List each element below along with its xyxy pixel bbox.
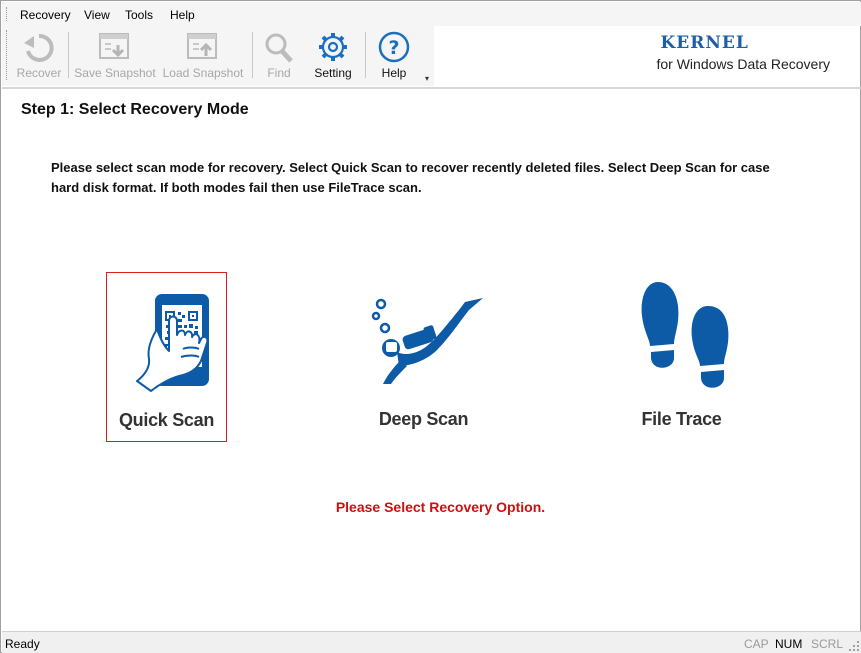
header-divider <box>2 87 861 89</box>
load-snapshot-icon <box>187 33 217 59</box>
help-button[interactable]: ? Help <box>371 29 417 83</box>
menu-bar: Recovery View Tools Help <box>2 2 861 26</box>
toolbar-grip[interactable] <box>6 30 9 80</box>
load-snapshot-label: Load Snapshot <box>162 66 244 80</box>
page-title: Step 1: Select Recovery Mode <box>21 101 249 118</box>
app-window: Recovery View Tools Help Recover Save Sn… <box>0 0 861 653</box>
gear-icon <box>319 33 347 61</box>
help-icon: ? <box>378 31 410 63</box>
brand-subtitle: for Windows Data Recovery <box>656 56 830 72</box>
quick-scan-option[interactable]: Quick Scan <box>106 272 227 442</box>
toolbar-separator <box>252 32 253 78</box>
setting-button[interactable]: Setting <box>308 29 358 83</box>
recover-button[interactable]: Recover <box>14 29 64 83</box>
save-snapshot-button[interactable]: Save Snapshot <box>72 29 158 83</box>
deep-scan-label: Deep Scan <box>378 409 469 429</box>
footprints-icon <box>641 282 728 388</box>
find-label: Find <box>267 66 291 80</box>
toolbar-overflow-icon[interactable]: ▾ <box>425 74 429 83</box>
status-text: Ready <box>5 637 40 651</box>
save-snapshot-label: Save Snapshot <box>74 66 156 80</box>
recover-icon <box>24 33 54 62</box>
instructions-line-1: Please select scan mode for recovery. Se… <box>51 160 770 175</box>
help-label: Help <box>381 66 407 80</box>
diver-icon <box>371 298 483 384</box>
find-icon <box>265 33 293 63</box>
resize-grip-icon[interactable] <box>849 641 859 651</box>
qr-phone-icon <box>135 294 209 392</box>
save-snapshot-icon <box>99 33 129 59</box>
menu-recovery[interactable]: Recovery <box>20 8 71 22</box>
menu-grip[interactable] <box>6 7 9 21</box>
quick-scan-label: Quick Scan <box>118 410 215 430</box>
validation-message: Please Select Recovery Option. <box>335 499 546 515</box>
instructions-text: Please select scan mode for recovery. Se… <box>51 158 841 198</box>
brand-name: KERNEL <box>660 33 749 53</box>
setting-label: Setting <box>314 66 352 80</box>
file-trace-option[interactable]: File Trace <box>621 272 742 442</box>
recover-label: Recover <box>16 66 62 80</box>
brand-logo: KERNEL for Windows Data Recovery <box>656 33 830 72</box>
toolbar-separator <box>68 32 69 78</box>
scrl-indicator: SCRL <box>811 637 844 651</box>
find-button[interactable]: Find <box>257 29 301 83</box>
toolbar: Recover Save Snapshot Load Snapshot Find… <box>2 26 434 86</box>
toolbar-separator <box>365 32 366 78</box>
instructions-line-2: hard disk format. If both modes fail the… <box>51 180 422 195</box>
file-trace-label: File Trace <box>641 409 722 429</box>
menu-view[interactable]: View <box>84 8 110 22</box>
load-snapshot-button[interactable]: Load Snapshot <box>160 29 246 83</box>
cap-indicator: CAP <box>744 637 769 651</box>
status-bar: Ready CAP NUM SCRL <box>2 631 861 653</box>
menu-tools[interactable]: Tools <box>125 8 153 22</box>
deep-scan-option[interactable]: Deep Scan <box>363 272 484 442</box>
svg-text:?: ? <box>388 37 399 59</box>
num-indicator: NUM <box>775 637 803 651</box>
menu-help[interactable]: Help <box>170 8 195 22</box>
